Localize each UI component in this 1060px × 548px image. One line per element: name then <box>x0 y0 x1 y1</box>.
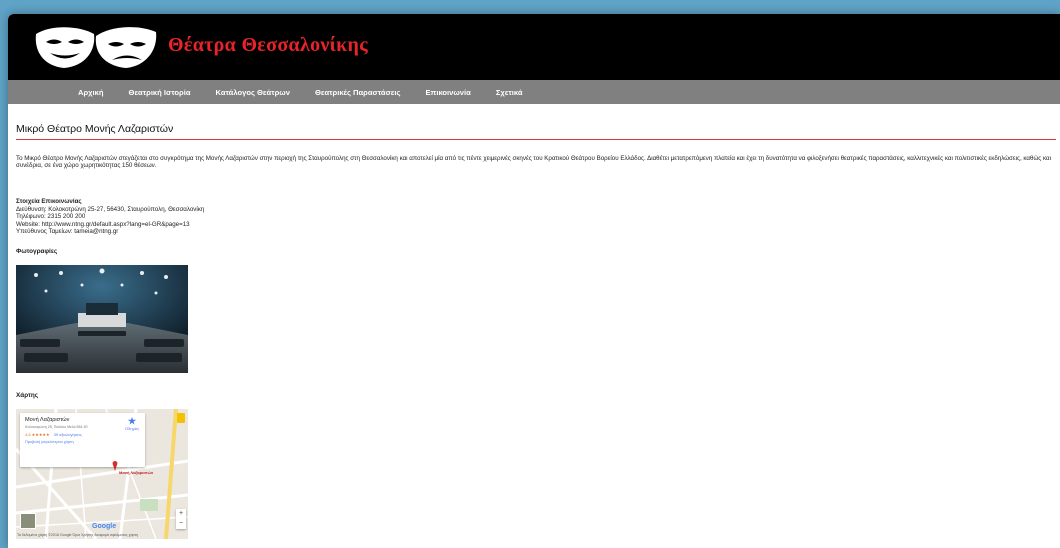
theatre-interior-image <box>16 265 188 373</box>
contact-info: Στοιχεία Επικοινωνίας Διεύθυνση: Κολοκοτ… <box>16 198 204 236</box>
zoom-controls: + − <box>176 509 186 529</box>
theatre-masks-logo[interactable] <box>32 24 160 70</box>
page-title: Μικρό Θέατρο Μονής Λαζαριστών <box>16 123 174 135</box>
contact-address: Διεύθυνση: Κολοκοτρώνη 25-27, 56430, Στα… <box>16 205 205 213</box>
map-marker-icon[interactable] <box>112 461 118 471</box>
reviews-link[interactable]: 39 αξιολογήσεις <box>54 432 82 437</box>
directions-label: Οδηγίες <box>125 426 140 431</box>
nav-item-performances[interactable]: Θεατρικές Παραστάσεις <box>315 88 401 97</box>
map-heading: Χάρτης <box>16 392 39 399</box>
directions-icon: ★ <box>127 416 137 426</box>
place-info-card: Μονή Λαζαριστών Κολοκοτρώνη 25, Παύλου Μ… <box>20 413 145 467</box>
browser-page: Θέατρα Θεσσαλονίκης Αρχική Θεατρική Ιστο… <box>8 14 1060 548</box>
title-divider <box>16 139 1056 140</box>
bigger-map-link[interactable]: Προβολή μεγαλύτερου χάρτη <box>25 440 140 444</box>
place-rating: 4,6 ★★★★★ 39 αξιολογήσεις <box>25 432 140 437</box>
google-logo: Google <box>92 523 117 530</box>
zoom-out-button[interactable]: − <box>176 519 186 529</box>
nav-item-theatre-history[interactable]: Θεατρική Ιστορία <box>129 88 191 97</box>
contact-phone: Τηλέφωνο: 2315 200 200 <box>16 213 86 220</box>
map-attribution: Τα δεδομένα χάρτη ©2018 Google Όροι Χρήσ… <box>17 533 138 537</box>
nav-item-contact[interactable]: Επικοινωνία <box>425 88 470 97</box>
satellite-toggle-thumbnail[interactable] <box>20 513 36 529</box>
theatre-description: Το Μικρό Θέατρο Μονής Λαζαριστών στεγάζε… <box>16 155 1051 170</box>
embedded-map[interactable]: Μονή Λαζαριστών Κολοκοτρώνη 25, Παύλου Μ… <box>16 409 188 539</box>
contact-website: Website: http://www.ntng.gr/default.aspx… <box>16 220 190 228</box>
rating-stars: 4,6 ★★★★★ <box>25 432 50 438</box>
theatre-photo[interactable] <box>16 265 188 373</box>
nav-item-home[interactable]: Αρχική <box>78 88 104 97</box>
main-navigation: Αρχική Θεατρική Ιστορία Κατάλογος Θεάτρω… <box>8 80 1060 104</box>
marker-label: Μονή Λαζαριστών <box>119 470 154 475</box>
nav-item-about[interactable]: Σχετικά <box>496 88 523 97</box>
place-name[interactable]: Μονή Λαζαριστών <box>25 417 140 423</box>
place-address: Κολοκοτρώνη 25, Παύλου Μελά 564 30 <box>25 425 88 429</box>
directions-button[interactable]: ★ Οδηγίες <box>125 416 140 432</box>
zoom-in-button[interactable]: + <box>176 509 186 519</box>
contact-heading: Στοιχεία Επικοινωνίας <box>16 198 82 205</box>
nav-item-theatre-catalog[interactable]: Κατάλογος Θεάτρων <box>216 88 290 97</box>
photos-heading: Φωτογραφίες <box>16 248 58 255</box>
site-header: Θέατρα Θεσσαλονίκης <box>8 14 1060 80</box>
contact-email: Υπεύθυνος Ταμείων: tameia@ntng.gr <box>16 228 119 235</box>
site-title[interactable]: Θέατρα Θεσσαλονίκης <box>168 34 368 57</box>
street-view-pegman-icon[interactable] <box>177 413 185 423</box>
